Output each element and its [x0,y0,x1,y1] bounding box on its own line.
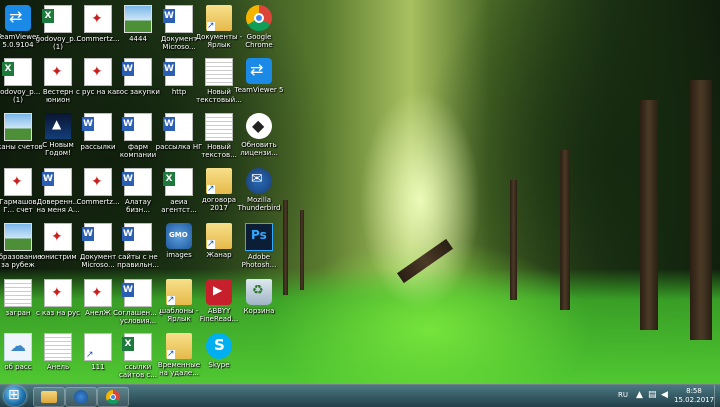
recycle-bin-icon [246,279,272,305]
show-desktop-button[interactable] [714,385,720,407]
pdf-file-icon [4,168,32,196]
desktop-icon[interactable]: Google Chrome [234,2,284,60]
tree-trunk [510,180,517,300]
document-shortcut-icon [84,333,112,361]
word-file-icon [82,113,112,141]
excel-file-icon [163,168,193,196]
folder-shortcut-icon [206,5,232,31]
photoshop-icon [245,223,273,251]
tree-trunk [300,210,304,290]
desktop-icon-label: Skype [208,361,230,369]
taskbar-thunderbird-button[interactable] [65,387,97,407]
pdf-file-icon [44,279,72,307]
taskbar-chrome-button[interactable] [97,387,129,407]
desktop-icon[interactable]: Корзина [234,276,284,334]
desktop-icon-label: Корзина [243,307,275,315]
network-icon[interactable]: ▤ [648,391,657,400]
folder-shortcut-icon [166,333,192,359]
desktop-icon[interactable]: Обновить лицензи... [234,110,284,168]
desktop-icon[interactable]: Skype [194,330,244,388]
pdf-file-icon [44,58,72,86]
text-file-icon [205,58,233,86]
desktop-icon[interactable]: TeamViewer 5 [234,55,284,113]
desktop-icon[interactable]: Mozilla Thunderbird [234,165,284,223]
folder-icon [206,168,232,194]
volume-icon[interactable]: ◀ [661,391,668,400]
publisher-file-icon [82,223,112,251]
chrome-icon [106,390,120,404]
desktop-icon-label: TeamViewer 5 [234,86,284,94]
tree-trunk [690,80,712,340]
gmo-image-icon [166,223,192,249]
word-file-icon [122,223,152,251]
pdf-file-icon [84,279,112,307]
tray-expand-icon[interactable]: ▲ [636,391,643,400]
cloud-file-icon [4,333,32,361]
clock-date: 15.02.2017 [674,396,715,404]
tree-trunk [640,100,658,330]
text-file-icon [44,333,72,361]
thunderbird-icon [74,390,88,404]
pdf-file-icon [44,223,72,251]
taskbar-explorer-button[interactable] [33,387,65,407]
word-file-icon [122,279,152,307]
folder-shortcut-icon [166,279,192,305]
pdf-file-icon [84,58,112,86]
clock-time: 8:58 [686,387,702,395]
start-button[interactable] [4,386,26,406]
text-file-icon [4,279,32,307]
excel-file-icon [42,5,72,33]
chrome-icon [246,5,272,31]
word-file-icon [163,58,193,86]
excel-file-icon [2,58,32,86]
skype-icon [206,333,232,359]
fallen-tree-trunk [396,238,454,284]
word-file-icon [122,168,152,196]
clock[interactable]: 8:58 15.02.2017 [674,387,714,405]
excel-file-icon [122,333,152,361]
desktop-icon-label: Mozilla Thunderbird [237,196,281,212]
folder-icon [41,391,57,403]
thunderbird-icon [246,168,272,194]
desktop-icon-label: Google Chrome [245,33,273,49]
text-file-icon [205,113,233,141]
abbyy-icon [206,279,232,305]
word-file-icon [42,168,72,196]
word-file-icon [122,58,152,86]
desktop-icon[interactable]: Adobe Photosh... [234,220,284,278]
taskbar: RU ▲ ▤ ◀ 8:58 15.02.2017 [0,384,720,407]
word-file-icon [163,113,193,141]
teamviewer-icon [246,58,272,84]
dark-image-icon [45,113,71,139]
desktop-icon-label: Обновить лицензи... [240,141,278,157]
desktop-icon-label: Adobe Photosh... [241,253,277,269]
folder-shortcut-icon [206,223,232,249]
word-file-icon [163,5,193,33]
image-file-icon [4,113,32,141]
pdf-file-icon [84,168,112,196]
teamviewer-icon [5,5,31,31]
word-file-icon [122,113,152,141]
image-file-icon [4,223,32,251]
pdf-file-icon [84,5,112,33]
image-file-icon [124,5,152,33]
shield-icon [246,113,272,139]
language-indicator[interactable]: RU [618,391,628,399]
tree-trunk [560,150,570,310]
